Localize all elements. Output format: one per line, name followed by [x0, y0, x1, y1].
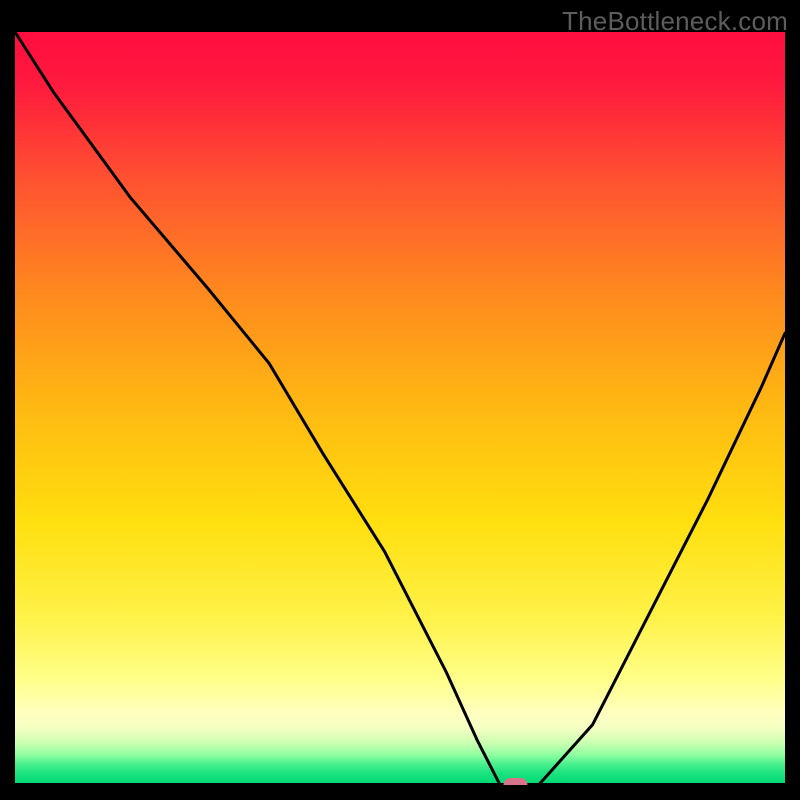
- optimal-point-marker: [504, 778, 528, 785]
- chart-frame: TheBottleneck.com: [0, 0, 800, 800]
- chart-gradient-background: [15, 32, 785, 785]
- chart-svg: [15, 32, 785, 785]
- chart-plot-area: [15, 32, 785, 785]
